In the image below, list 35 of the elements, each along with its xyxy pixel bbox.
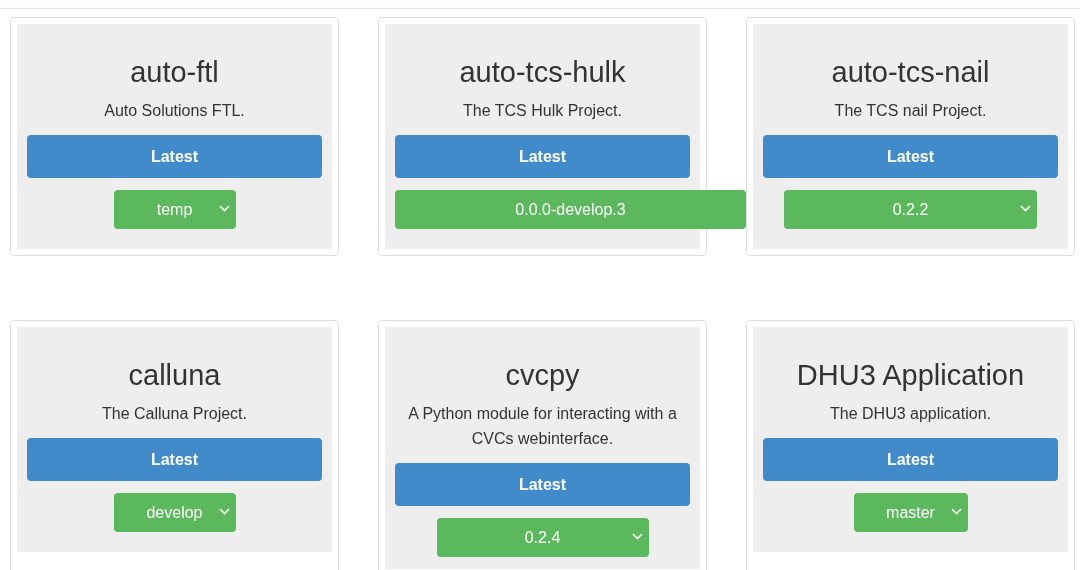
project-description: A Python module for interacting with a CVCs webinterface. xyxy=(407,404,678,449)
version-select[interactable]: temp xyxy=(113,190,236,229)
version-value: 0.2.2 xyxy=(892,199,929,220)
version-value: 0.0.0-develop.3 xyxy=(515,199,626,220)
project-title: auto-tcs-nail xyxy=(831,55,990,90)
latest-button[interactable]: Latest xyxy=(763,135,1058,178)
project-title: DHU3 Application xyxy=(796,358,1025,393)
latest-button[interactable]: Latest xyxy=(27,438,322,481)
project-title: auto-tcs-hulk xyxy=(459,55,626,90)
version-value: master xyxy=(886,502,935,523)
latest-button[interactable]: Latest xyxy=(395,135,690,178)
version-select[interactable]: 0.2.4 xyxy=(436,518,649,557)
latest-button[interactable]: Latest xyxy=(395,463,690,506)
project-title: auto-ftl xyxy=(130,55,219,90)
version-value: temp xyxy=(156,199,193,220)
project-description: Auto Solutions FTL. xyxy=(103,101,246,121)
project-description: The DHU3 application. xyxy=(829,404,992,424)
project-description: The Calluna Project. xyxy=(101,404,248,424)
project-description: The TCS nail Project. xyxy=(833,101,988,121)
project-description: The TCS Hulk Project. xyxy=(462,101,623,121)
version-select[interactable]: 0.2.2 xyxy=(784,190,1037,229)
caret-icon xyxy=(631,533,643,541)
version-select[interactable]: master xyxy=(853,493,968,532)
version-value: develop xyxy=(146,502,203,523)
project-title: calluna xyxy=(128,358,221,393)
version-value: 0.2.4 xyxy=(524,527,561,548)
caret-icon xyxy=(1020,205,1031,213)
caret-icon xyxy=(950,508,962,516)
version-select[interactable]: 0.0.0-develop.3 xyxy=(395,190,746,229)
caret-icon xyxy=(218,205,230,213)
caret-icon xyxy=(218,508,230,516)
project-title: cvcpy xyxy=(505,358,580,393)
latest-button[interactable]: Latest xyxy=(27,135,322,178)
latest-button[interactable]: Latest xyxy=(763,438,1058,481)
version-select[interactable]: develop xyxy=(113,493,236,532)
